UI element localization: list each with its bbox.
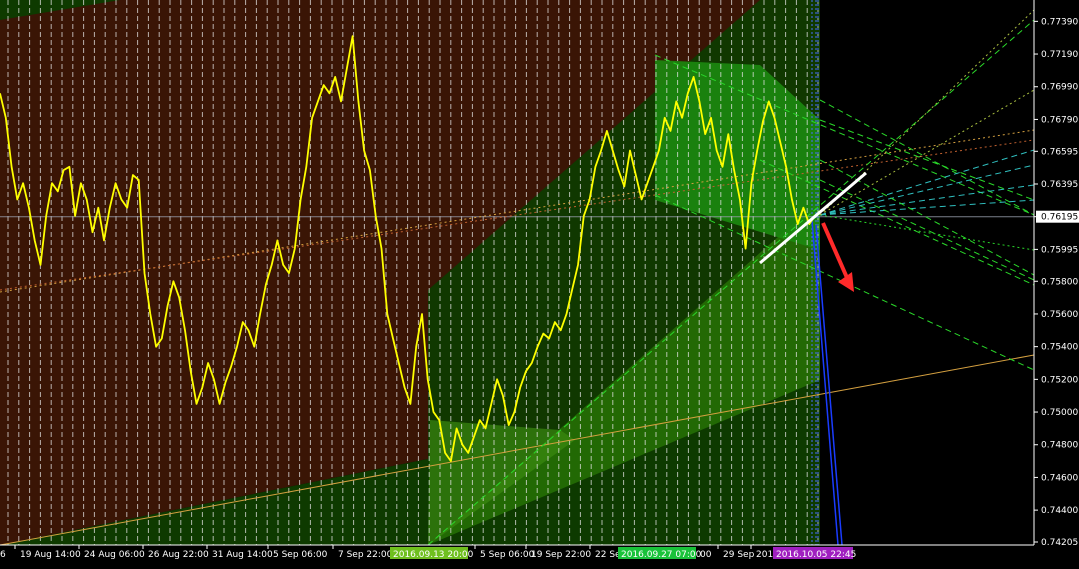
y-tick-label: 0.76790	[1041, 115, 1078, 125]
time-marker-label: 2016.10.05 22:45	[776, 550, 856, 560]
x-tick-label: 19 Aug 14:00	[20, 550, 81, 560]
time-marker-label: 2016.09.13 20:00	[393, 550, 474, 560]
x-tick-label: 29 Sep	[723, 550, 755, 560]
current-price-label: 0.76195	[1041, 213, 1078, 223]
x-axis: 19 Aug 14:00 24 Aug 06:00 26 Aug 22:00 31 A…	[0, 544, 1079, 569]
y-tick-label: 0.74400	[1041, 506, 1078, 516]
y-tick-label: 0.77390	[1041, 17, 1078, 27]
y-tick-label: 0.76395	[1041, 180, 1078, 190]
x-tick-label: 26 Aug 22:00	[148, 550, 209, 560]
y-tick-label: 0.75600	[1041, 310, 1078, 320]
x-tick-label-partial: 6	[0, 550, 6, 560]
x-tick-label: 24 Aug 06:00	[84, 550, 145, 560]
y-tick-label: 0.75200	[1041, 375, 1078, 385]
x-tick-label: 31 Aug 14:00	[212, 550, 273, 560]
x-tick-label: 5 Sep 06:00	[273, 550, 328, 560]
x-tick-label: 19 Sep 22:00	[531, 550, 591, 560]
channel-fills	[0, 0, 1034, 545]
x-tick-label: 7 Sep 22:00	[338, 550, 393, 560]
y-tick-label: 0.76990	[1041, 83, 1078, 93]
chart-window[interactable]: 0.77390 0.77190 0.76990 0.76790 0.76595 0.763…	[0, 0, 1079, 569]
y-tick-label: 0.74800	[1041, 441, 1078, 451]
y-tick-label: 0.75800	[1041, 277, 1078, 287]
time-marker-label: 2016.09.27 07:00	[621, 550, 702, 560]
y-tick-label: 0.75400	[1041, 343, 1078, 353]
y-tick-label: 0.74600	[1041, 473, 1078, 483]
price-chart[interactable]: 0.77390 0.77190 0.76990 0.76790 0.76595 0.763…	[0, 0, 1079, 569]
y-tick-label: 0.75995	[1041, 245, 1078, 255]
x-tick-label-partial: 00	[700, 550, 712, 560]
y-axis: 0.77390 0.77190 0.76990 0.76790 0.76595 0.763…	[1033, 0, 1079, 569]
y-tick-label: 0.77190	[1041, 50, 1078, 60]
y-tick-label: 0.75000	[1041, 408, 1078, 418]
y-tick-label: 0.76595	[1041, 147, 1078, 157]
x-tick-label: 5 Sep 06:00	[480, 550, 535, 560]
